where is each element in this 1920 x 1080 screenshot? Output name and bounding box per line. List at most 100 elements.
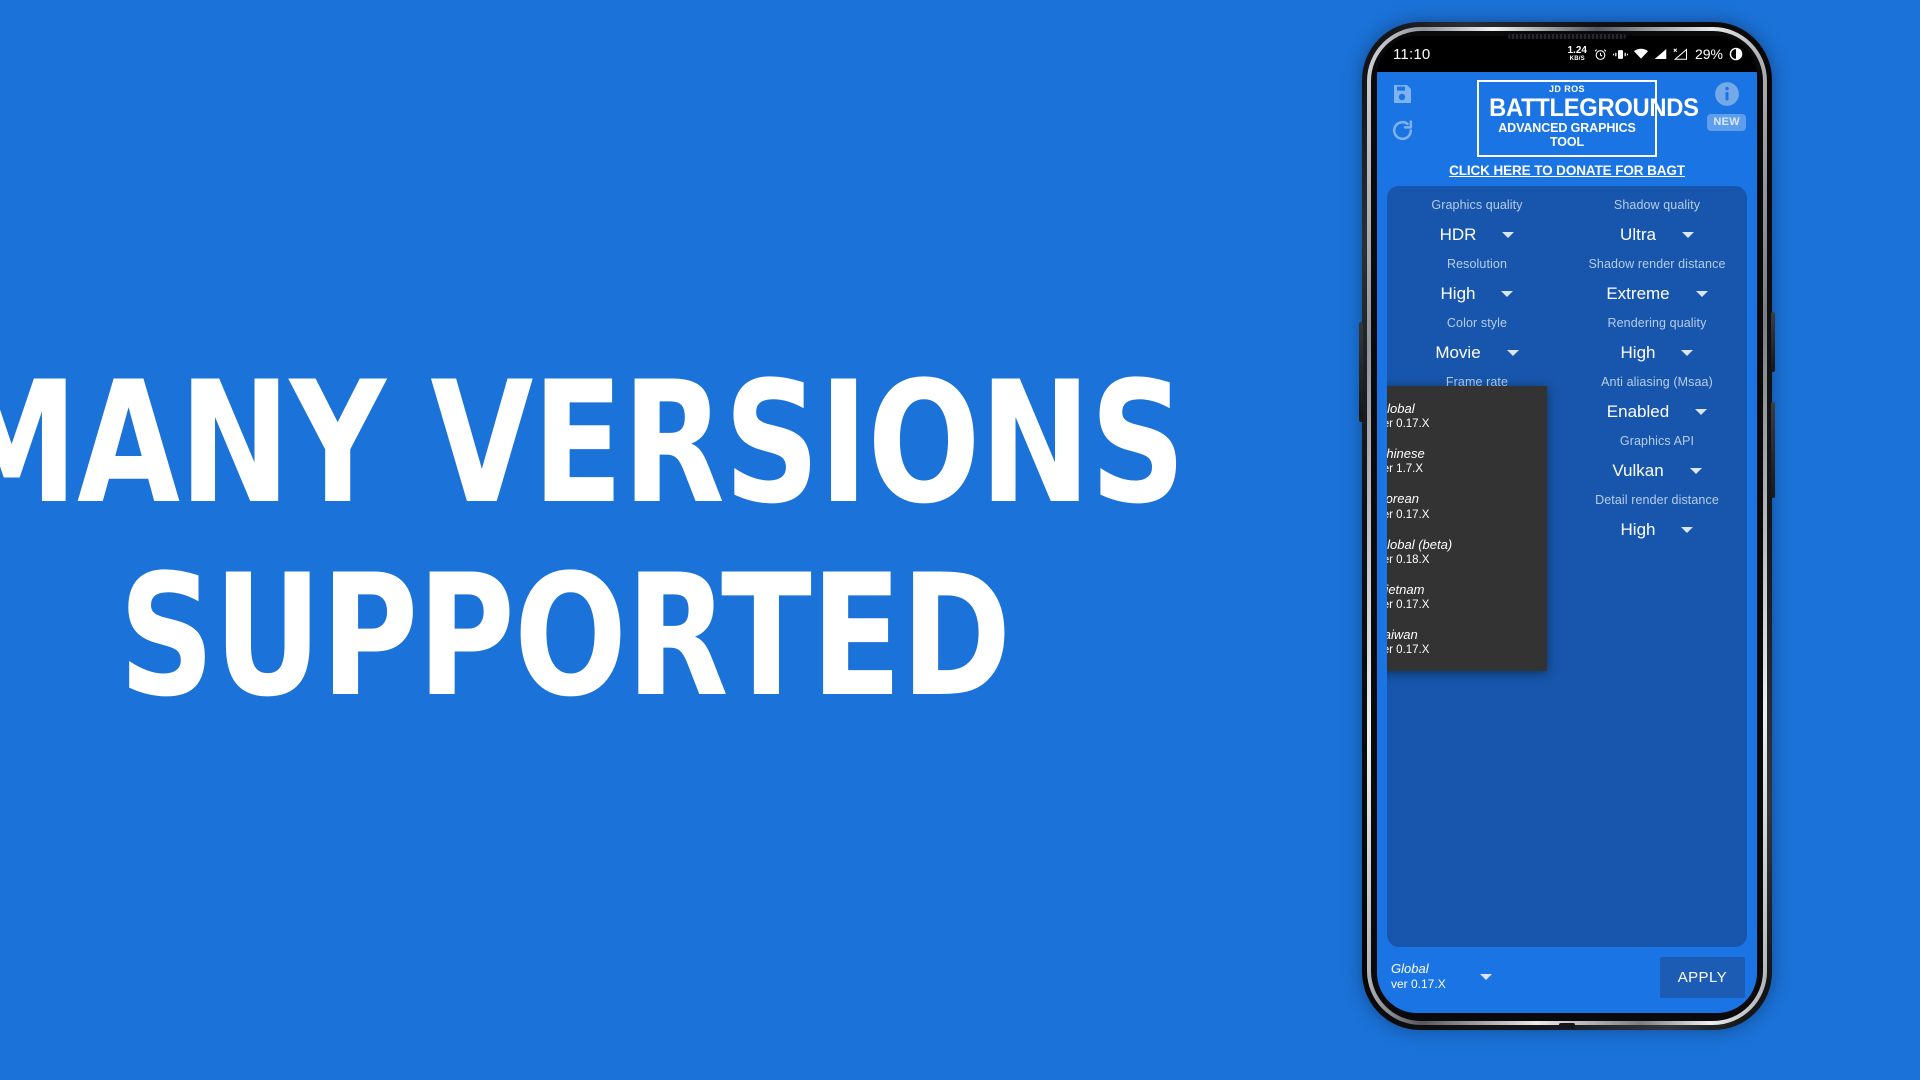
header-left-actions [1388,80,1416,144]
version-selector[interactable]: Global ver 0.17.X [1391,961,1650,993]
chevron-down-icon [1506,350,1519,356]
version-option-name: Chinese [1387,446,1425,462]
version-option-version: ver 0.18.X [1387,553,1430,566]
setting-label: Graphics quality [1431,198,1523,212]
version-option[interactable]: Global (beta) ver 0.18.X [1387,530,1547,575]
selected-version-number: ver 0.17.X [1391,977,1446,992]
version-option[interactable]: Taiwan ver 0.17.X [1387,620,1547,665]
chevron-down-icon [1479,974,1492,980]
logo-subtitle: ADVANCED GRAPHICS TOOL [1498,120,1636,150]
version-option[interactable]: Korean ver 0.17.X [1387,484,1547,529]
refresh-icon[interactable] [1388,116,1416,144]
version-option-version: ver 0.17.X [1387,599,1430,611]
promo-headline-line-1: MANY VERSIONS [0,345,1186,542]
chevron-down-icon [1501,291,1514,297]
setting-label: Resolution [1446,257,1508,271]
battery-icon [1729,47,1743,61]
app-logo: JD ROS BATTLEGROUNDS ADVANCED GRAPHICS T… [1477,80,1699,157]
promo-text-block: MANY VERSIONS SUPPORTED [0,0,1186,1080]
vibrate-icon [1612,48,1628,61]
chevron-down-icon [1695,409,1708,415]
version-option-version: ver 0.17.X [1387,508,1430,521]
setting-value: Enabled [1606,402,1670,421]
logo-title: BATTLEGROUNDS [1489,93,1699,122]
setting-value: Movie [1435,343,1481,362]
phone-earpiece-speaker [1508,34,1626,39]
setting-anti-aliasing: Anti aliasing (Msaa) Enabled [1567,373,1747,432]
setting-value: High [1620,343,1656,362]
selected-version-name: Global [1391,961,1429,977]
version-option[interactable]: Chinese ver 1.7.X [1387,439,1547,484]
info-icon[interactable] [1713,80,1741,108]
alarm-icon [1594,48,1607,61]
phone-power-button[interactable] [1771,312,1775,372]
setting-value: Vulkan [1612,461,1664,480]
setting-dropdown[interactable]: Ultra [1567,215,1747,255]
settings-card: Graphics quality HDR Shadow quality Ultr… [1387,186,1747,947]
version-option-name: Global [1387,401,1415,416]
battery-percent-label: 29% [1694,46,1723,62]
bagt-app-root: NEW JD ROS BATTLEGROUNDS ADVANCED GRAPHI… [1377,72,1757,1013]
phone-mockup: 11:10 1.24 KB/S 29% NEW JD ROS BATTLEGRO… [1359,22,1775,1030]
setting-label: Graphics API [1619,434,1695,448]
phone-volume-button[interactable] [1359,322,1363,422]
phone-screen: 11:10 1.24 KB/S 29% NEW JD ROS BATTLEGRO… [1377,36,1757,1013]
chevron-down-icon [1689,468,1702,474]
chevron-down-icon [1695,291,1708,297]
setting-value: HDR [1439,225,1477,244]
network-speed-value: 1.24 [1567,45,1587,56]
setting-detail-render-distance: Detail render distance High [1567,491,1747,550]
setting-dropdown[interactable]: High [1567,333,1747,373]
apply-button[interactable]: APPLY [1659,956,1745,998]
version-option[interactable]: Vietnam ver 0.17.X [1387,575,1547,620]
setting-label: Detail render distance [1595,493,1719,507]
setting-label: Color style [1446,316,1508,330]
setting-dropdown[interactable]: Movie [1387,333,1567,373]
chevron-down-icon [1681,350,1694,356]
setting-dropdown[interactable]: High [1567,510,1747,550]
version-option-version: ver 0.17.X [1387,418,1430,431]
donate-link[interactable]: CLICK HERE TO DONATE FOR BAGT [1377,158,1757,186]
version-option[interactable]: Global ver 0.17.X [1387,394,1547,439]
setting-value: High [1620,520,1656,539]
version-option-name: Korean [1387,491,1419,507]
setting-dropdown[interactable]: High [1387,274,1567,314]
setting-value: Extreme [1606,284,1670,303]
version-selector-text: Global ver 0.17.X [1391,961,1446,993]
setting-label: Rendering quality [1607,316,1707,330]
setting-value: High [1440,284,1476,303]
new-badge[interactable]: NEW [1707,114,1746,131]
version-dropdown-list[interactable]: Global ver 0.17.X Chinese ver 1.7.X Kore… [1387,386,1547,672]
setting-label: Shadow quality [1613,198,1701,212]
setting-graphics-api: Graphics API Vulkan [1567,432,1747,491]
setting-dropdown[interactable]: HDR [1387,215,1567,255]
save-icon[interactable] [1388,80,1416,108]
signal-no-sim-icon [1673,48,1688,60]
phone-side-button[interactable] [1771,402,1775,498]
setting-dropdown[interactable]: Extreme [1567,274,1747,314]
version-option-name: Taiwan [1387,626,1418,642]
network-speed-indicator: 1.24 KB/S [1567,45,1587,63]
wifi-icon [1633,48,1648,60]
setting-dropdown[interactable]: Vulkan [1567,451,1747,491]
chevron-down-icon [1681,232,1694,238]
status-bar: 11:10 1.24 KB/S 29% [1377,36,1757,72]
setting-dropdown[interactable]: Enabled [1567,392,1747,432]
setting-value: Ultra [1620,225,1656,244]
version-option-version: ver 1.7.X [1387,463,1424,476]
setting-resolution: Resolution High [1387,255,1567,314]
setting-label: Anti aliasing (Msaa) [1601,375,1713,389]
promo-headline-line-2: SUPPORTED [119,538,1012,734]
setting-rendering-quality: Rendering quality High [1567,314,1747,373]
chevron-down-icon [1502,232,1515,238]
app-header: NEW JD ROS BATTLEGROUNDS ADVANCED GRAPHI… [1377,72,1757,158]
version-option-name: Vietnam [1387,581,1425,597]
setting-shadow-render-distance: Shadow render distance Extreme [1567,255,1747,314]
network-speed-unit: KB/S [1569,56,1585,62]
setting-label: Shadow render distance [1588,257,1726,271]
header-right-actions: NEW [1707,80,1746,131]
chevron-down-icon [1681,527,1694,533]
setting-shadow-quality: Shadow quality Ultra [1567,196,1747,255]
signal-icon [1654,48,1667,60]
status-bar-clock: 11:10 [1393,45,1431,63]
